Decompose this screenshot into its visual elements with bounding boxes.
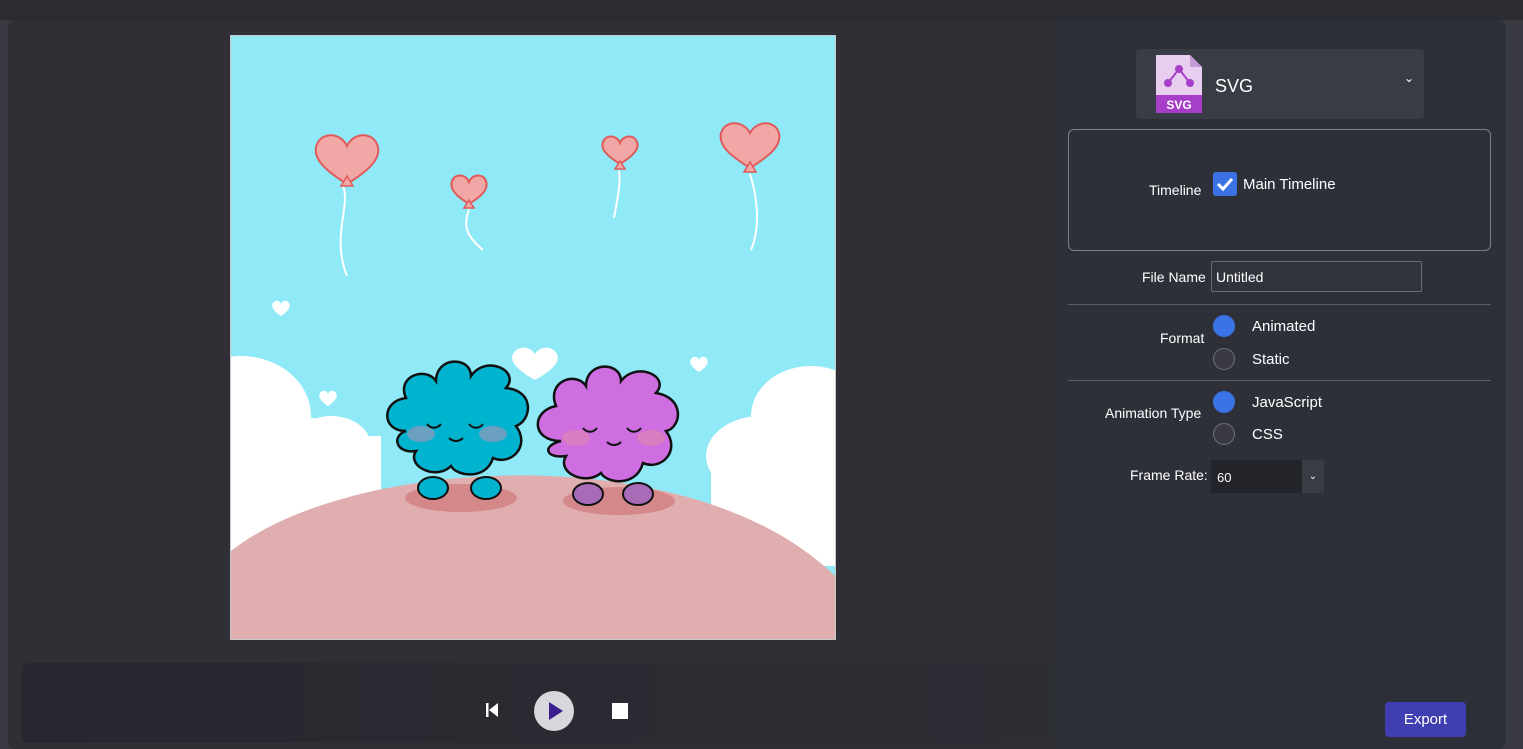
format-type-dropdown[interactable]: SVG SVG ⌄ — [1136, 49, 1424, 119]
export-button[interactable]: Export — [1385, 702, 1466, 737]
main-timeline-checkbox[interactable] — [1213, 172, 1237, 196]
timeline-label: Timeline — [1149, 182, 1202, 198]
format-label: Format — [1160, 330, 1205, 346]
stop-button[interactable] — [612, 703, 628, 719]
play-button[interactable] — [534, 691, 574, 731]
svg-text:SVG: SVG — [1166, 98, 1191, 112]
animation-type-label: Animation Type — [1105, 405, 1202, 421]
static-radio[interactable] — [1213, 348, 1235, 370]
css-label: CSS — [1252, 426, 1283, 443]
checkmark-icon — [1216, 177, 1234, 192]
frame-rate-label: Frame Rate: — [1130, 467, 1208, 483]
file-name-input[interactable] — [1211, 261, 1422, 292]
main-timeline-label: Main Timeline — [1243, 176, 1336, 193]
play-icon — [549, 702, 563, 720]
javascript-label: JavaScript — [1252, 394, 1323, 411]
frame-rate-dropdown[interactable]: 60 ⌄ — [1211, 460, 1324, 493]
timeline-group: Timeline Main Timeline — [1068, 129, 1491, 251]
css-radio[interactable] — [1213, 423, 1235, 445]
frame-rate-value: 60 — [1217, 470, 1232, 485]
playback-controls — [22, 663, 1055, 743]
preview-area — [8, 20, 1055, 749]
export-settings-panel: SVG SVG ⌄ Timeline Main Timeline File Na… — [1054, 20, 1506, 749]
skip-back-icon — [486, 703, 498, 717]
animated-radio[interactable] — [1213, 315, 1235, 337]
svg-file-icon: SVG — [1156, 55, 1202, 113]
skip-back-button[interactable] — [484, 700, 500, 720]
static-label: Static — [1252, 351, 1290, 368]
export-dialog: SVG SVG ⌄ Timeline Main Timeline File Na… — [8, 20, 1506, 749]
divider — [1068, 304, 1491, 305]
divider — [1068, 380, 1491, 381]
animated-label: Animated — [1252, 318, 1316, 335]
format-type-value: SVG — [1215, 76, 1254, 96]
animation-preview — [230, 35, 836, 640]
chevron-down-icon: ⌄ — [1404, 71, 1415, 85]
javascript-radio[interactable] — [1213, 391, 1235, 413]
chevron-down-icon: ⌄ — [1302, 460, 1324, 493]
background-toolbar — [0, 0, 1523, 20]
scene-illustration — [231, 36, 835, 639]
file-name-label: File Name — [1142, 269, 1206, 285]
